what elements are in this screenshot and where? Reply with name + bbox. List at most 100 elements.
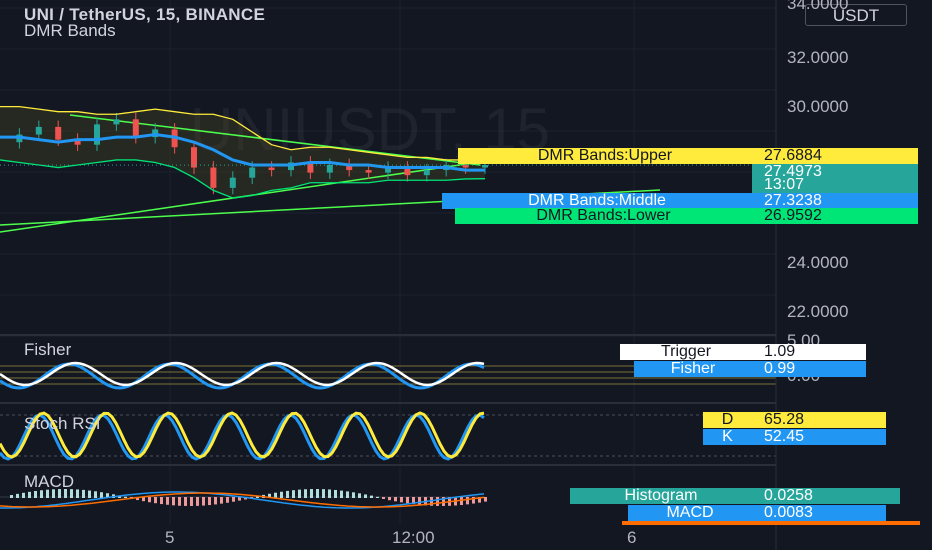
histogram-bar [400, 497, 403, 503]
candle-body [229, 177, 236, 188]
histogram-bar [298, 489, 301, 498]
time-axis-label: 12:00 [392, 528, 435, 547]
histogram-bar [178, 497, 181, 506]
candle-body [132, 119, 139, 138]
histogram-bar [322, 489, 325, 498]
chart-canvas[interactable]: UNIUSDT, 15 [0, 0, 932, 550]
candle-body [210, 167, 217, 188]
candle-body [35, 126, 42, 135]
histogram-bar [148, 497, 151, 503]
histogram-bar [232, 497, 235, 502]
histogram-bar [364, 494, 367, 498]
histogram-bar [124, 496, 127, 498]
stoch-rsi-title: Stoch RSI [24, 414, 101, 433]
price-axis-label: 34.0000 [787, 0, 849, 13]
candle-body [55, 126, 62, 140]
histogram-bar [436, 497, 439, 506]
histogram-bar [88, 490, 91, 498]
candle-body [326, 165, 333, 173]
histogram-bar [334, 489, 337, 498]
candle-body [462, 165, 469, 168]
histogram-bar [28, 491, 31, 498]
histogram-bar [376, 496, 379, 498]
histogram-bar [370, 495, 373, 498]
histogram-bar [352, 492, 355, 498]
histogram-bar [238, 497, 241, 501]
dmr-lower-tag: DMR Bands:Lower [455, 208, 752, 224]
stoch-k-tag: K [703, 429, 752, 445]
candle-body [268, 167, 275, 171]
dmr-lower-value: 26.9592 [752, 208, 918, 224]
indicator-title: DMR Bands [24, 21, 116, 40]
macd-histogram-value: 0.0258 [752, 488, 900, 504]
histogram-bar [466, 497, 469, 505]
histogram-bar [82, 489, 85, 498]
histogram-bar [310, 489, 313, 498]
histogram-bar [76, 489, 79, 498]
candle-body [423, 170, 430, 176]
time-axis-label: 5 [165, 528, 175, 547]
histogram-bar [220, 497, 223, 504]
candle-body [482, 165, 488, 168]
candle-body [113, 119, 120, 125]
histogram-bar [214, 497, 217, 505]
histogram-bar [484, 497, 487, 502]
fisher-trigger-tag: Trigger [620, 344, 752, 360]
histogram-bar [274, 492, 277, 498]
histogram-bar [382, 497, 385, 499]
price-axis-label: 32.0000 [787, 48, 849, 67]
dmr-upper-tag: DMR Bands:Upper [458, 148, 752, 164]
macd-signal-tag-edge [622, 521, 920, 525]
histogram-bar [190, 497, 193, 506]
candle-body [365, 170, 372, 173]
histogram-bar [10, 495, 13, 498]
macd-title: MACD [24, 472, 75, 491]
histogram-bar [328, 489, 331, 498]
fisher-title: Fisher [24, 340, 72, 359]
histogram-bar [316, 489, 319, 498]
histogram-bar [160, 497, 163, 505]
candle-body [191, 147, 197, 168]
grid-lines [0, 0, 776, 525]
fisher-value: 0.99 [752, 361, 866, 377]
candle-body [94, 124, 100, 145]
stoch-d-value: 65.28 [752, 412, 886, 428]
histogram-bar [292, 490, 295, 498]
dmr-upper-value: 27.6884 [752, 148, 918, 164]
fisher-tag: Fisher [634, 361, 752, 377]
histogram-bar [286, 490, 289, 498]
histogram-bar [94, 491, 97, 498]
histogram-bar [226, 497, 229, 503]
candle-body [249, 167, 256, 178]
time-axis-label: 6 [627, 528, 637, 547]
macd-tag: MACD [628, 505, 752, 521]
histogram-bar [388, 497, 391, 501]
histogram-bar [16, 493, 19, 498]
histogram-bar [154, 497, 157, 504]
histogram-bar [202, 497, 205, 506]
histogram-bar [22, 492, 25, 498]
price-axis-label: 22.0000 [787, 302, 849, 321]
price-axis-label: 30.0000 [787, 97, 849, 116]
histogram-bar [304, 489, 307, 498]
macd-value: 0.0083 [752, 505, 886, 521]
fisher-trigger-value: 1.09 [752, 344, 866, 360]
stoch-d-tag: D [703, 412, 752, 428]
histogram-bar [406, 497, 409, 504]
histogram-bar [346, 491, 349, 498]
histogram-bar [34, 490, 37, 498]
histogram-bar [394, 497, 397, 502]
histogram-bar [172, 497, 175, 506]
histogram-bar [280, 491, 283, 498]
stoch-k-value: 52.45 [752, 429, 886, 445]
histogram-bar [100, 492, 103, 498]
macd-histogram-tag: Histogram [570, 488, 752, 504]
price-axis-bg[interactable] [776, 0, 932, 550]
histogram-bar [340, 490, 343, 498]
histogram-bar [196, 497, 199, 506]
histogram-bar [184, 497, 187, 506]
price-axis-label: 24.0000 [787, 253, 849, 272]
bar-countdown: 13:07 [752, 177, 918, 193]
stoch-rsi-pane[interactable] [0, 411, 776, 461]
histogram-bar [358, 493, 361, 498]
